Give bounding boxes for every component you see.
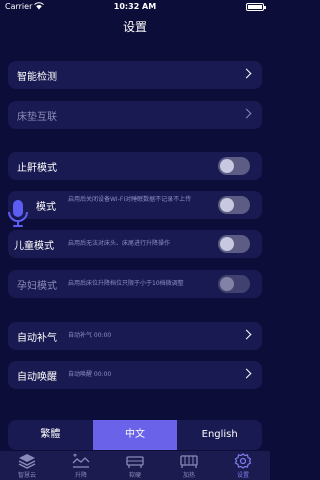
tab-label: 升降 <box>74 472 87 479</box>
toggle-knob <box>220 277 234 291</box>
status-bar: Carrier 10:32 AM <box>0 0 270 14</box>
pregnant-mode-description: 启用后床位升降档位只限于小于10档微调整 <box>68 280 184 287</box>
auto-inflate-row[interactable]: 自动补气 自动补气 00:00 <box>8 322 262 350</box>
lift-icon <box>72 453 90 468</box>
firmness-icon <box>126 456 144 468</box>
privacy-mode-label: 模式 <box>36 202 56 213</box>
chevron-right-icon <box>241 68 252 79</box>
auto-inflate-time: 自动补气 00:00 <box>68 332 112 339</box>
tab-label: 加热 <box>182 472 195 479</box>
chevron-right-icon <box>241 368 252 379</box>
smart-detection-label: 智能检测 <box>17 72 57 83</box>
toggle-knob <box>220 198 234 212</box>
chevron-right-icon <box>241 329 252 340</box>
heating-icon <box>180 455 198 468</box>
tab-settings[interactable]: 设置 <box>216 451 270 480</box>
bed-link-label: 床垫互联 <box>17 112 57 123</box>
tab-lift[interactable]: 升降 <box>54 451 108 480</box>
language-option-english[interactable]: English <box>177 420 262 450</box>
child-mode-toggle[interactable] <box>218 235 250 253</box>
tab-bar: 智慧云 升降 软硬 加热 设置 <box>0 451 270 480</box>
auto-wake-label: 自动唤醒 <box>17 372 57 383</box>
pregnant-mode-label: 孕妇模式 <box>17 281 57 292</box>
pregnant-mode-row: 孕妇模式 启用后床位升降档位只限于小于10档微调整 <box>8 270 262 298</box>
auto-inflate-label: 自动补气 <box>17 333 57 344</box>
tab-smart-cloud[interactable]: 智慧云 <box>0 451 54 480</box>
status-time: 10:32 AM <box>113 2 157 11</box>
smart-detection-row[interactable]: 智能检测 <box>8 61 262 89</box>
bed-link-row[interactable]: 床垫互联 <box>8 101 262 129</box>
child-mode-label: 儿童模式 <box>14 241 54 252</box>
anti-snore-row: 止鼾模式 <box>8 152 262 180</box>
pregnant-mode-toggle[interactable] <box>218 275 250 293</box>
microphone-icon <box>8 200 28 227</box>
child-mode-description: 启用后无法对床头、床尾进行升降操作 <box>68 240 171 247</box>
privacy-mode-description: 启用后关闭设备WI-FI对睡眠数据不记录不上传 <box>68 196 192 203</box>
settings-gear-icon <box>234 453 252 469</box>
language-option-chinese[interactable]: 中文 <box>92 420 178 450</box>
language-selector: 繁體 中文 English <box>8 420 262 450</box>
auto-wake-time: 自动唤醒 00:00 <box>68 371 112 378</box>
child-mode-row: 儿童模式 启用后无法对床头、床尾进行升降操作 <box>8 230 262 258</box>
chevron-right-icon <box>241 108 252 119</box>
toggle-knob <box>220 159 234 173</box>
tab-heating[interactable]: 加热 <box>162 451 216 480</box>
voice-mic-button[interactable] <box>3 198 33 228</box>
anti-snore-label: 止鼾模式 <box>17 163 57 174</box>
tab-firmness[interactable]: 软硬 <box>108 451 162 480</box>
tab-label: 软硬 <box>128 472 141 479</box>
language-option-traditional[interactable]: 繁體 <box>8 420 93 450</box>
tab-label: 智慧云 <box>17 472 36 479</box>
auto-wake-row[interactable]: 自动唤醒 自动唤醒 00:00 <box>8 361 262 389</box>
battery-icon <box>246 3 266 11</box>
toggle-knob <box>220 237 234 251</box>
layers-icon <box>18 454 36 469</box>
privacy-mode-toggle[interactable] <box>218 196 250 214</box>
page-title: 设置 <box>122 20 147 34</box>
privacy-mode-row: 模式 启用后关闭设备WI-FI对睡眠数据不记录不上传 <box>8 191 262 219</box>
tab-label: 设置 <box>236 472 249 479</box>
anti-snore-toggle[interactable] <box>218 157 250 175</box>
